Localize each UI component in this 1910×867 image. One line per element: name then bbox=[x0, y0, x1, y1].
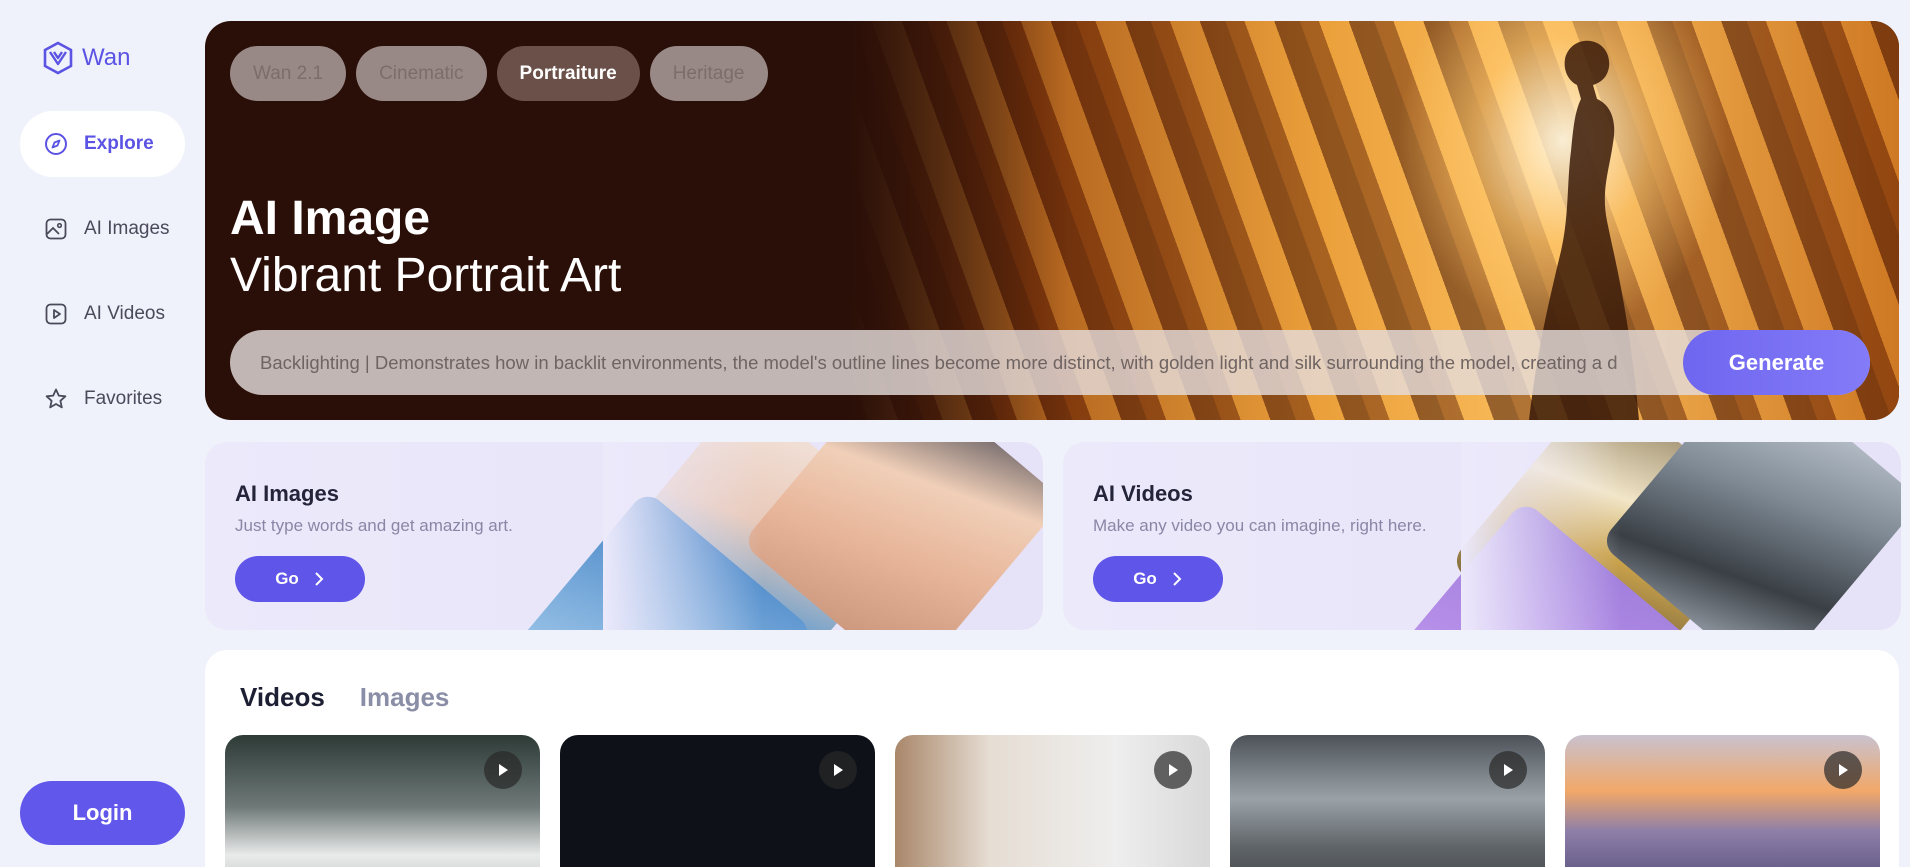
video-thumbnail[interactable] bbox=[560, 735, 875, 867]
video-thumbnail[interactable] bbox=[225, 735, 540, 867]
compass-icon bbox=[45, 133, 67, 155]
chevron-right-icon bbox=[1173, 572, 1182, 586]
go-button-label: Go bbox=[275, 569, 299, 588]
gallery-tabs: Videos Images bbox=[240, 682, 449, 713]
sidebar-item-ai-videos[interactable]: AI Videos bbox=[20, 281, 185, 347]
chip-heritage[interactable]: Heritage bbox=[649, 46, 768, 101]
go-button-label: Go bbox=[1133, 569, 1157, 588]
sidebar-item-label: Explore bbox=[84, 133, 154, 154]
ai-videos-card-art bbox=[1369, 442, 1901, 630]
star-icon bbox=[45, 388, 67, 409]
login-button[interactable]: Login bbox=[20, 781, 185, 845]
video-thumbnail[interactable] bbox=[1565, 735, 1880, 867]
style-chips: Wan 2.1 Cinematic Portraiture Heritage bbox=[230, 46, 768, 101]
sidebar-item-explore[interactable]: Explore bbox=[20, 111, 185, 177]
sidebar-item-label: AI Images bbox=[84, 218, 170, 239]
play-icon[interactable] bbox=[1154, 751, 1192, 789]
chip-wan-2-1[interactable]: Wan 2.1 bbox=[230, 46, 347, 101]
gallery: Videos Images bbox=[205, 650, 1899, 867]
card-title: AI Images bbox=[235, 481, 339, 506]
brand-logo[interactable]: Wan bbox=[40, 40, 130, 76]
card-description: Just type words and get amazing art. bbox=[235, 516, 513, 535]
play-icon[interactable] bbox=[819, 751, 857, 789]
image-icon bbox=[45, 218, 67, 240]
sidebar-item-favorites[interactable]: Favorites bbox=[20, 366, 185, 432]
chip-cinematic[interactable]: Cinematic bbox=[356, 46, 487, 101]
ai-images-go-button[interactable]: Go bbox=[235, 556, 365, 602]
wan-logo-icon bbox=[43, 41, 73, 75]
hero-title: AI Image bbox=[230, 192, 431, 245]
ai-images-card[interactable]: AI Images Just type words and get amazin… bbox=[205, 442, 1043, 630]
play-icon[interactable] bbox=[1489, 751, 1527, 789]
tab-videos[interactable]: Videos bbox=[240, 682, 325, 713]
video-thumbnail[interactable] bbox=[1230, 735, 1545, 867]
ai-images-card-art bbox=[491, 442, 1043, 630]
sidebar: Wan Explore AI Images AI Videos Favorite… bbox=[0, 0, 205, 867]
play-icon[interactable] bbox=[484, 751, 522, 789]
sidebar-item-ai-images[interactable]: AI Images bbox=[20, 196, 185, 262]
generate-button[interactable]: Generate bbox=[1683, 330, 1870, 395]
sidebar-item-label: AI Videos bbox=[84, 303, 165, 324]
sidebar-item-label: Favorites bbox=[84, 388, 163, 409]
brand-name: Wan bbox=[82, 44, 131, 71]
prompt-input[interactable]: Backlighting | Demonstrates how in backl… bbox=[230, 352, 1683, 374]
app-root: Wan Explore AI Images AI Videos Favorite… bbox=[0, 0, 1910, 867]
prompt-bar: Backlighting | Demonstrates how in backl… bbox=[230, 330, 1870, 395]
video-thumbnail[interactable] bbox=[895, 735, 1210, 867]
video-play-icon bbox=[45, 303, 67, 325]
ai-videos-card[interactable]: AI Videos Make any video you can imagine… bbox=[1063, 442, 1901, 630]
card-title: AI Videos bbox=[1093, 481, 1193, 506]
chevron-right-icon bbox=[315, 572, 324, 586]
hero-banner: Wan 2.1 Cinematic Portraiture Heritage A… bbox=[205, 21, 1899, 420]
hero-subtitle: Vibrant Portrait Art bbox=[230, 249, 622, 302]
tab-images[interactable]: Images bbox=[360, 682, 450, 713]
ai-videos-go-button[interactable]: Go bbox=[1093, 556, 1223, 602]
play-icon[interactable] bbox=[1824, 751, 1862, 789]
card-description: Make any video you can imagine, right he… bbox=[1093, 516, 1427, 535]
chip-portraiture[interactable]: Portraiture bbox=[496, 46, 640, 101]
